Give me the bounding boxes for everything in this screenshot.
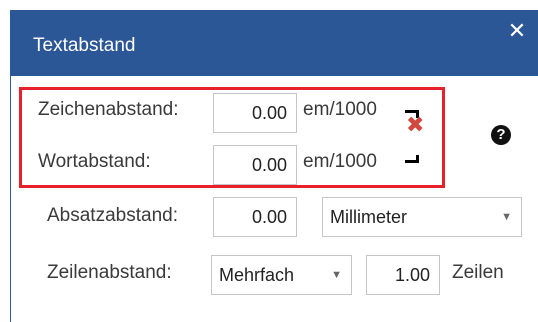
word-spacing-unit: em/1000 xyxy=(303,151,377,172)
character-spacing-input[interactable]: 0.00 xyxy=(213,93,297,133)
paragraph-unit-value: Millimeter xyxy=(330,207,408,227)
line-spacing-label: Zeilenabstand: xyxy=(47,262,172,283)
reset-x-icon[interactable]: ✖ xyxy=(406,114,424,136)
titlebar: Textabstand ✕ xyxy=(11,10,538,76)
character-spacing-unit: em/1000 xyxy=(303,99,377,120)
word-spacing-label: Wortabstand: xyxy=(38,151,151,172)
line-spacing-mode-select[interactable]: Mehrfach ▼ xyxy=(211,255,352,295)
word-spacing-input[interactable]: 0.00 xyxy=(213,145,297,185)
close-icon[interactable]: ✕ xyxy=(505,19,529,43)
line-spacing-mode-value: Mehrfach xyxy=(219,265,295,285)
help-icon[interactable]: ? xyxy=(491,125,511,145)
character-spacing-label: Zeichenabstand: xyxy=(38,99,179,120)
paragraph-spacing-label: Absatzabstand: xyxy=(47,205,178,226)
line-spacing-input[interactable]: 1.00 xyxy=(366,255,440,295)
paragraph-spacing-input[interactable]: 0.00 xyxy=(213,197,297,237)
paragraph-unit-select[interactable]: Millimeter ▼ xyxy=(322,197,522,237)
line-spacing-unit: Zeilen xyxy=(452,262,504,283)
chevron-down-icon: ▼ xyxy=(331,269,342,281)
chevron-down-icon: ▼ xyxy=(501,211,512,223)
dialog-title: Textabstand xyxy=(33,35,136,56)
